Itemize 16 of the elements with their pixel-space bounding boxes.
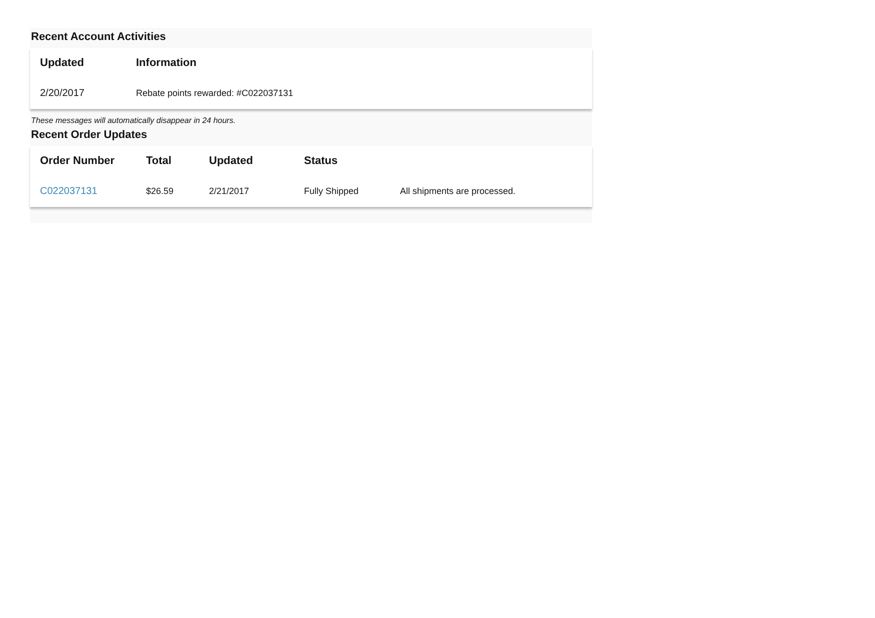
- table-cell: 2/20/2017: [40, 88, 84, 99]
- table-cell: Rebate points rewarded: #C022037131: [136, 88, 294, 98]
- table-cell: All shipments are processed.: [400, 186, 516, 196]
- column-header: Updated: [40, 56, 84, 69]
- column-header: Status: [304, 154, 338, 167]
- column-header: Order Number: [40, 154, 115, 167]
- column-header: Information: [136, 56, 196, 69]
- column-header: Total: [146, 154, 172, 167]
- notice-text: These messages will automatically disappear in 24 hours.: [30, 115, 237, 126]
- table-cell: 2/21/2017: [209, 186, 250, 196]
- column-header: Updated: [209, 154, 253, 167]
- section-title: Recent Account Activities: [30, 30, 167, 44]
- table-cell: Fully Shipped: [304, 186, 359, 196]
- order-link[interactable]: C022037131: [40, 186, 98, 197]
- table-cell: $26.59: [146, 186, 174, 196]
- section-title: Recent Order Updates: [30, 128, 148, 142]
